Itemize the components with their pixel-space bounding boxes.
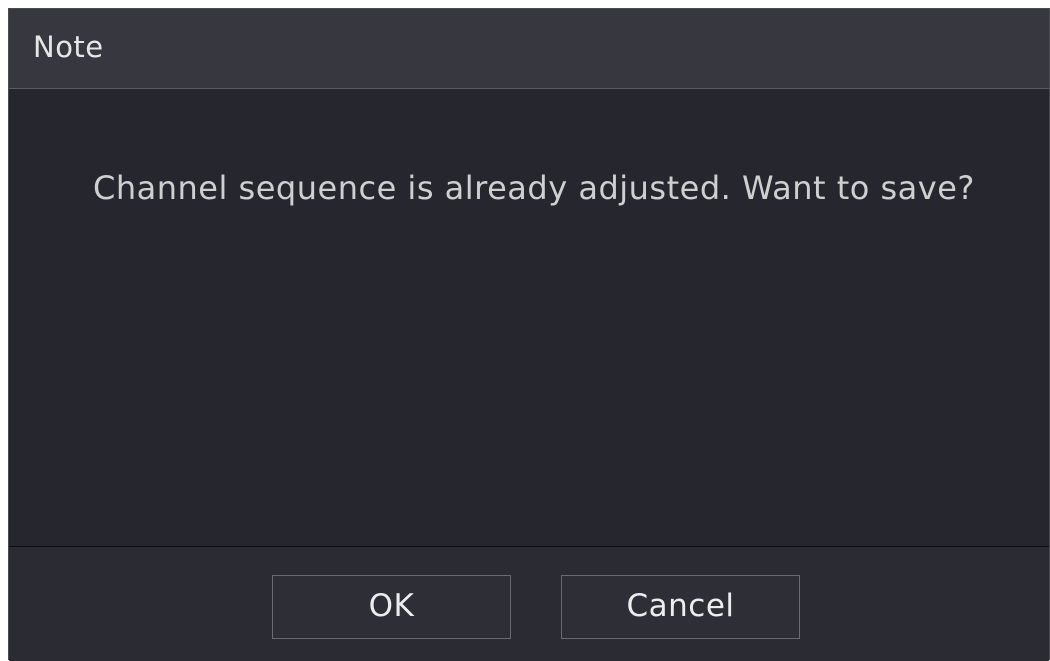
dialog-footer: OK Cancel	[9, 547, 1049, 661]
ok-button[interactable]: OK	[272, 575, 511, 639]
dialog-title: Note	[33, 30, 104, 64]
cancel-button[interactable]: Cancel	[561, 575, 800, 639]
dialog-titlebar: Note	[9, 9, 1049, 89]
note-dialog: Note Channel sequence is already adjuste…	[8, 8, 1050, 661]
dialog-message: Channel sequence is already adjusted. Wa…	[93, 169, 975, 207]
